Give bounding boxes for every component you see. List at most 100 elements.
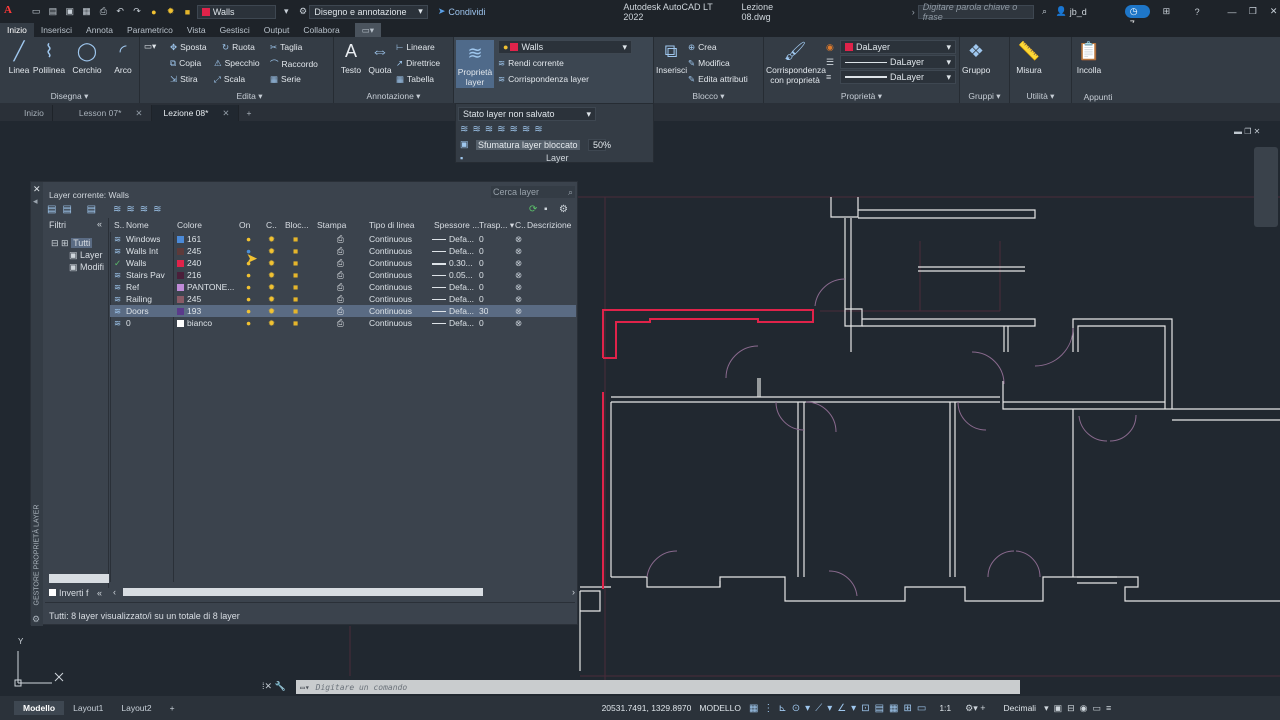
layer-lineweight[interactable]: 0.30... [432,257,473,269]
vp-freeze-icon[interactable]: ⊗ [515,317,522,329]
annotation-scale[interactable]: 1:1 [939,703,951,713]
color-combo[interactable]: DaLayer ▾ [840,40,956,54]
chevron-down-icon[interactable]: ▾ [280,5,293,18]
layer-name[interactable]: Windows [126,233,160,245]
layer-linetype[interactable]: Continuous [369,281,412,293]
user-icon[interactable]: 👤 [1055,5,1068,18]
measure-button[interactable]: 📏 Misura [1014,40,1044,76]
viewport-controls[interactable]: ▬ ❐ ✕ [1234,127,1274,139]
group-button[interactable]: ❖ Gruppo [962,40,990,76]
layer-lineweight[interactable]: Defa... [432,233,474,245]
col-linetype[interactable]: Tipo di linea [369,220,415,231]
panel-title-edita[interactable]: Edita ▾ [166,91,333,102]
panel-title-blocco[interactable]: Blocco ▾ [654,91,763,102]
close-tab-icon[interactable]: ✕ [135,108,142,119]
pin-icon[interactable]: ▪ [460,153,463,163]
ribbon-options-icon[interactable]: ▭▾ [354,23,382,37]
command-prompt-icon[interactable]: ▭▾ [300,683,310,692]
plot-icon[interactable]: ⎙ [337,281,344,293]
edit-attributes-tool[interactable]: ✎ Edita attributi [688,74,748,85]
layer-state-combo[interactable]: Stato layer non salvato ▾ [458,107,596,121]
layer-name[interactable]: Walls [126,257,146,269]
fade-layer-icon[interactable]: ▣ [460,139,469,150]
create-block-tool[interactable]: ⊕ Crea [688,42,717,53]
lock-icon[interactable]: ■ [293,233,298,245]
layer-linetype[interactable]: Continuous [369,245,412,257]
help-icon[interactable]: ? [1191,5,1204,18]
invert-filter-checkbox[interactable]: Inverti f [49,588,89,598]
lightbulb-icon[interactable]: ● [246,305,251,317]
layer-linetype[interactable]: Continuous [369,317,412,329]
lock-icon[interactable]: ■ [293,293,298,305]
share-button[interactable]: Condividi [448,7,485,17]
sun-icon[interactable]: ✹ [268,281,275,293]
layer-status-icon[interactable]: ≋ [114,233,121,245]
lock-icon[interactable]: ■ [293,317,298,329]
scroll-left-icon[interactable]: ‹ [113,587,116,597]
lock-icon[interactable]: ■ [293,245,298,257]
vp-freeze-icon[interactable]: ⊗ [515,233,522,245]
sun-icon[interactable]: ✹ [268,269,275,281]
array-tool[interactable]: ▦ Serie [270,74,301,85]
layer-linetype[interactable]: Continuous [369,233,412,245]
cart-icon[interactable]: ⊞ [1160,5,1173,18]
save-as-icon[interactable]: ▦ [80,5,93,18]
tab-layout2[interactable]: Layout2 [112,701,160,715]
layer-row[interactable]: ≋ Walls Int 245 ● ✹ ■ ⎙ Continuous Defa... 0 ⊗ [110,245,576,257]
plot-icon[interactable]: ⎙ [337,245,344,257]
status-tools[interactable]: ▾▣⊟◉▭≡ [1044,703,1116,714]
layer-status-icon[interactable]: ≋ [114,305,121,317]
layer-color[interactable]: 216 [177,269,201,281]
tab-inserisci[interactable]: Inserisci [34,23,79,37]
layer-transparency[interactable]: 0 [479,293,484,305]
stretch-tool[interactable]: ⇲ Stira [170,74,198,85]
layer-status-icon[interactable]: ≋ [114,293,121,305]
user-name[interactable]: jb_d [1070,7,1087,17]
layer-linetype[interactable]: Continuous [369,305,412,317]
col-lock[interactable]: Bloc... [285,220,309,231]
export-icon[interactable]: ▪ [544,204,548,215]
restore-icon[interactable]: ❐ [1246,5,1259,18]
workspace-gear-icon[interactable]: ⚙ [297,5,310,18]
col-lineweight[interactable]: Spessore ... [434,220,479,231]
layer-status-icon[interactable]: ≋ [114,317,121,329]
trim-tool[interactable]: ✂ Taglia [270,42,302,53]
panel-title-annotazione[interactable]: Annotazione ▾ [334,91,453,102]
col-status[interactable]: S.. [114,220,124,231]
layer-row[interactable]: ≋ Doors 193 ● ✹ ■ ⎙ Continuous Defa... 30 ⊗ [110,305,576,317]
tab-model[interactable]: Modello [14,701,65,715]
tab-collabora[interactable]: Collabora [296,23,346,37]
insert-block-button[interactable]: ⧉ Inserisci [656,40,687,76]
polyline-tool[interactable]: ⌇ Polilinea [32,40,66,76]
layer-row[interactable]: ≋ Ref PANTONE... ● ✹ ■ ⎙ Continuous Defa... 0 ⊗ [110,281,576,293]
layer-linetype[interactable]: Continuous [369,269,412,281]
settings-gear-icon[interactable]: ⚙ [559,204,568,215]
tab-gestisci[interactable]: Gestisci [213,23,257,37]
panel-title-proprieta[interactable]: Proprietà ▾ [764,91,959,102]
vp-freeze-icon[interactable]: ⊗ [515,305,522,317]
notification-badge[interactable]: ◷ 7 [1124,5,1150,29]
palette-settings-icon[interactable]: ⚙ [32,614,40,625]
sun-icon[interactable]: ✹ [268,305,275,317]
sun-icon[interactable]: ✹ [268,233,275,245]
file-tab-lesson07[interactable]: Lesson 07* ✕ [53,105,152,121]
minimize-icon[interactable]: — [1226,5,1239,18]
layer-name[interactable]: Doors [126,305,149,317]
layer-row[interactable]: ✓ Walls 240 ● ✹ ■ ⎙ Continuous 0.30... 0 ⊗ [110,257,576,269]
layer-transparency[interactable]: 0 [479,245,484,257]
tab-layout1[interactable]: Layout1 [64,701,112,715]
command-input[interactable]: Digitare un comando [316,683,408,692]
tab-output[interactable]: Output [257,23,297,37]
linetype-combo[interactable]: DaLayer ▾ [840,55,956,69]
grid-hscroll-thumb[interactable] [123,588,483,596]
lightbulb-icon[interactable]: ● [246,293,251,305]
layer-status-icon[interactable]: ✓ [114,257,121,269]
layer-transparency[interactable]: 0 [479,233,484,245]
close-tab-icon[interactable]: ✕ [222,108,229,119]
save-icon[interactable]: ▣ [63,5,76,18]
vp-freeze-icon[interactable]: ⊗ [515,257,522,269]
filter-tree-scrollbar[interactable] [49,574,109,583]
filter-toolbar[interactable]: ▤▤ ▤ [47,204,102,215]
search-icon[interactable]: ⌕ [1038,5,1051,18]
layer-row[interactable]: ≋ 0 bianco ● ✹ ■ ⎙ Continuous Defa... 0 ⊗ [110,317,576,329]
